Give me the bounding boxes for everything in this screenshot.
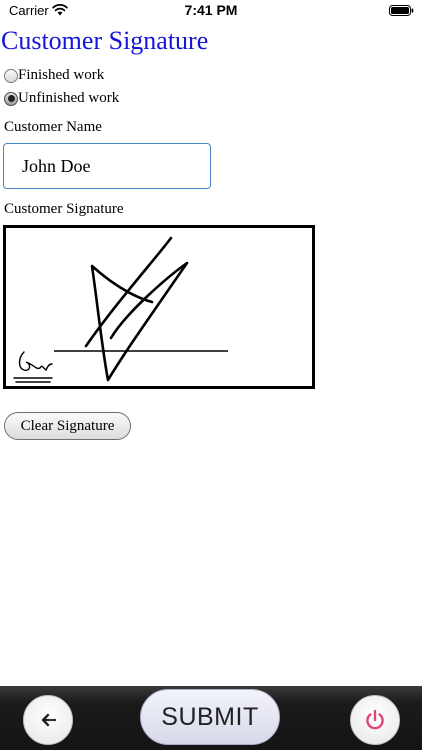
status-bar: Carrier 7:41 PM: [0, 0, 422, 24]
radio-unfinished-work[interactable]: Unfinished work: [4, 90, 119, 107]
radio-button-checked[interactable]: [4, 91, 18, 106]
submit-button[interactable]: SUBMIT: [140, 689, 280, 745]
customer-name-label: Customer Name: [4, 119, 102, 135]
back-button[interactable]: [23, 695, 73, 745]
radio-button[interactable]: [4, 68, 18, 83]
radio-label: Finished work: [18, 67, 105, 83]
power-icon: [366, 709, 384, 730]
clock: 7:41 PM: [184, 2, 238, 18]
screen: Carrier 7:41 PM Customer Signature Finis…: [0, 0, 422, 750]
signature-icon: [13, 351, 53, 383]
signature-stroke: [84, 236, 189, 382]
customer-signature-label: Customer Signature: [4, 201, 124, 217]
power-button[interactable]: [350, 695, 400, 745]
radio-label: Unfinished work: [18, 90, 120, 106]
bottom-toolbar: SUBMIT: [0, 686, 422, 750]
radio-finished-work[interactable]: Finished work: [4, 67, 104, 84]
signature-pad[interactable]: [3, 225, 315, 389]
battery-icon: [389, 5, 414, 16]
page-title: Customer Signature: [1, 26, 209, 55]
arrow-left-icon: [41, 713, 57, 727]
customer-name-input[interactable]: [3, 143, 211, 189]
clear-signature-button[interactable]: Clear Signature: [4, 412, 131, 440]
